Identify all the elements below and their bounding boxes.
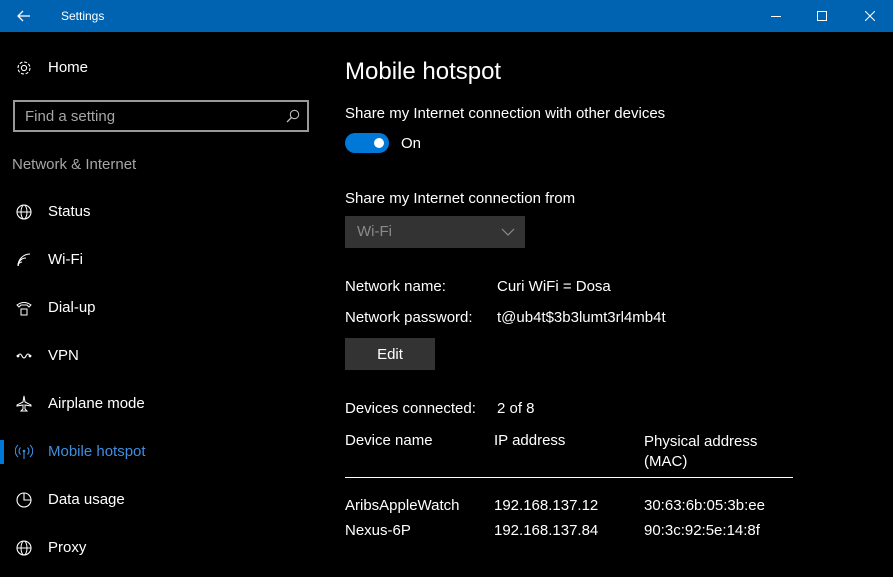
search-icon[interactable]: [286, 109, 300, 123]
hotspot-icon: [15, 444, 33, 459]
back-arrow-icon: [17, 10, 30, 22]
back-button[interactable]: [0, 0, 48, 32]
search-placeholder: Find a setting: [25, 108, 116, 125]
maximize-icon: [817, 11, 827, 21]
mac-address-cell: 90:3c:92:5e:14:8f: [644, 522, 760, 539]
globe-icon: [16, 204, 32, 220]
sidebar-item-status[interactable]: Status: [0, 192, 323, 232]
network-name-value: Curi WiFi = Dosa: [497, 278, 611, 295]
sidebar-item-label: Proxy: [48, 539, 87, 556]
sidebar-item-data-usage[interactable]: Data usage: [0, 480, 323, 520]
vpn-icon: [16, 353, 32, 359]
sidebar-item-proxy[interactable]: Proxy: [0, 528, 323, 568]
sidebar: Home Find a setting Network & Internet S…: [0, 32, 323, 577]
hotspot-toggle[interactable]: [345, 133, 389, 153]
window-title: Settings: [61, 9, 105, 23]
chevron-down-icon: [501, 228, 515, 236]
title-bar: Settings: [0, 0, 893, 32]
device-name-cell: Nexus-6P: [345, 522, 411, 539]
dropdown-value: Wi-Fi: [357, 223, 392, 240]
gear-icon: [17, 61, 31, 75]
mac-address-cell: 30:63:6b:05:3b:ee: [644, 497, 765, 514]
page-title: Mobile hotspot: [345, 58, 502, 85]
main-content: Mobile hotspot Share my Internet connect…: [323, 32, 893, 577]
active-indicator: [0, 440, 4, 464]
sidebar-item-label: VPN: [48, 347, 79, 364]
maximize-button[interactable]: [799, 0, 845, 32]
column-header-mac: Physical address (MAC): [644, 433, 758, 470]
search-input[interactable]: Find a setting: [13, 100, 309, 132]
close-icon: [865, 11, 875, 21]
pie-icon: [16, 492, 32, 508]
ip-address-cell: 192.168.137.12: [494, 497, 599, 514]
column-header-ip-address: IP address: [494, 432, 566, 449]
sidebar-item-dialup[interactable]: Dial-up: [0, 288, 323, 328]
sidebar-item-label: Airplane mode: [48, 395, 145, 412]
column-header-device-name: Device name: [345, 432, 433, 449]
devices-connected-value: 2 of 8: [497, 400, 535, 417]
wifi-icon: [17, 253, 31, 267]
edit-button[interactable]: Edit: [345, 338, 435, 370]
network-password-label: Network password:: [345, 309, 473, 326]
sidebar-item-label: Home: [48, 59, 89, 76]
close-button[interactable]: [847, 0, 893, 32]
sidebar-item-label: Dial-up: [48, 299, 96, 316]
sidebar-item-home[interactable]: Home: [0, 48, 323, 88]
ip-address-cell: 192.168.137.84: [494, 522, 599, 539]
sidebar-item-mobile-hotspot[interactable]: Mobile hotspot: [0, 432, 323, 472]
sidebar-item-vpn[interactable]: VPN: [0, 336, 323, 376]
section-heading: Network & Internet: [12, 156, 137, 173]
share-from-label: Share my Internet connection from: [345, 190, 576, 207]
minimize-icon: [771, 16, 781, 17]
toggle-knob: [374, 138, 384, 148]
device-name-cell: AribsAppleWatch: [345, 497, 460, 514]
table-divider: [345, 477, 793, 478]
sidebar-item-label: Wi-Fi: [48, 251, 83, 268]
sidebar-item-label: Data usage: [48, 491, 125, 508]
sidebar-item-label: Mobile hotspot: [48, 443, 146, 460]
devices-connected-label: Devices connected:: [345, 400, 476, 417]
sidebar-item-label: Status: [48, 203, 91, 220]
share-from-dropdown[interactable]: Wi-Fi: [345, 216, 525, 248]
globe-icon: [16, 540, 32, 556]
minimize-button[interactable]: [753, 0, 799, 32]
sidebar-item-airplane-mode[interactable]: Airplane mode: [0, 384, 323, 424]
phone-icon: [16, 302, 32, 316]
share-label: Share my Internet connection with other …: [345, 105, 666, 122]
network-password-value: t@ub4t$3b3lumt3rl4mb4t: [497, 309, 666, 326]
network-name-label: Network name:: [345, 278, 446, 295]
sidebar-item-wifi[interactable]: Wi-Fi: [0, 240, 323, 280]
airplane-icon: [16, 395, 32, 412]
toggle-state-label: On: [401, 135, 422, 152]
